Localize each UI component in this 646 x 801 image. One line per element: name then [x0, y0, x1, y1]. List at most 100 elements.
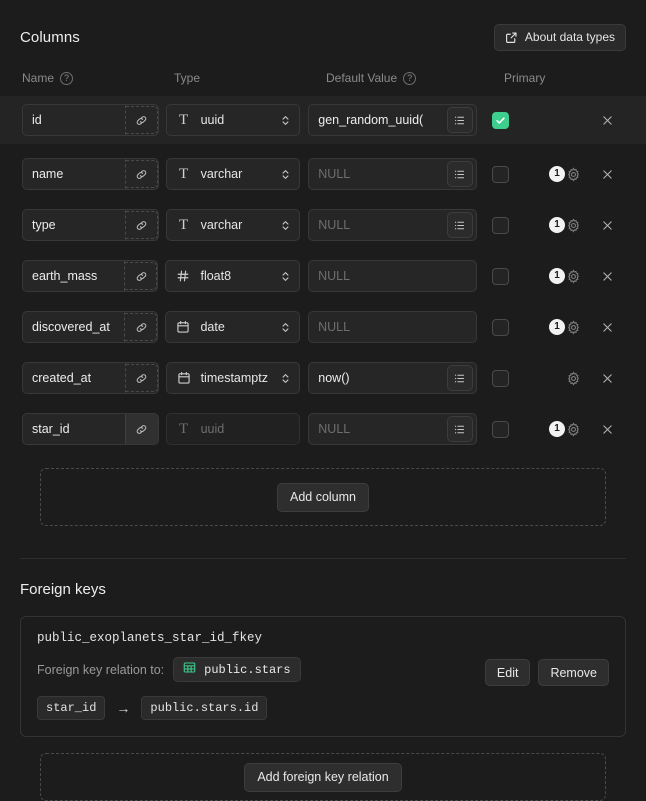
default-value-list-button[interactable]	[446, 416, 473, 442]
column-default-value-input[interactable]	[318, 371, 447, 385]
column-default-value-field	[308, 209, 477, 241]
column-name-field	[22, 311, 159, 343]
column-settings-button[interactable]: 1	[549, 163, 581, 185]
column-name-field	[22, 209, 159, 241]
column-primary-cell	[477, 267, 549, 285]
add-foreign-key-button[interactable]: Add foreign key relation	[244, 762, 402, 792]
primary-key-checkbox[interactable]	[491, 111, 509, 129]
column-link-icon-button[interactable]	[124, 363, 158, 393]
text-type-icon: T	[178, 216, 189, 233]
remove-column-button[interactable]	[597, 317, 617, 337]
help-icon-name[interactable]: ?	[60, 71, 74, 85]
table-grid-icon	[183, 661, 196, 678]
column-row-actions	[549, 109, 624, 131]
remove-column-button[interactable]	[597, 110, 617, 130]
primary-key-checkbox[interactable]	[491, 267, 509, 285]
column-settings-button[interactable]: 1	[549, 214, 581, 236]
default-value-list-button[interactable]	[446, 365, 473, 391]
foreign-key-card: public_exoplanets_star_id_fkey Foreign k…	[20, 616, 626, 737]
default-value-list-button[interactable]	[446, 212, 473, 238]
default-value-list-button[interactable]	[446, 107, 473, 133]
remove-column-button[interactable]	[597, 419, 617, 439]
row-spacer	[20, 348, 626, 357]
column-type-select[interactable]: date	[165, 311, 301, 343]
column-name-input[interactable]	[23, 210, 125, 240]
column-settings-count-badge: 1	[549, 166, 565, 182]
column-type-value: varchar	[200, 218, 243, 232]
add-column-dropzone: Add column	[40, 468, 606, 526]
about-data-types-label: About data types	[524, 30, 615, 44]
remove-column-button[interactable]	[597, 164, 617, 184]
column-settings-count-badge: 1	[549, 421, 565, 437]
primary-key-checkbox[interactable]	[491, 318, 509, 336]
column-primary-cell	[477, 216, 549, 234]
column-type-value: date	[200, 320, 225, 334]
foreign-key-relation-label: Foreign key relation to:	[37, 662, 165, 677]
remove-column-button[interactable]	[597, 266, 617, 286]
foreign-key-constraint-name: public_exoplanets_star_id_fkey	[37, 631, 263, 645]
row-spacer	[20, 399, 626, 408]
table-row: Tvarchar 1	[20, 204, 626, 246]
page-title: Columns	[20, 28, 80, 46]
foreign-key-target-table-chip[interactable]: public.stars	[173, 657, 301, 682]
arrow-right-icon: →	[116, 700, 131, 716]
table-row: timestamptz	[20, 357, 626, 399]
primary-key-checkbox[interactable]	[491, 369, 509, 387]
external-link-icon	[505, 31, 518, 44]
remove-column-button[interactable]	[597, 215, 617, 235]
column-settings-button[interactable]: 1	[549, 316, 581, 338]
add-column-button[interactable]: Add column	[276, 482, 369, 512]
column-default-value-input[interactable]	[318, 113, 447, 127]
column-name-field	[22, 104, 159, 136]
column-default-value-input[interactable]	[318, 167, 447, 181]
column-default-value-input[interactable]	[318, 320, 467, 334]
table-row: float8 1	[20, 255, 626, 297]
column-type-select[interactable]: float8	[165, 260, 301, 292]
gear-icon	[566, 166, 581, 182]
column-name-input[interactable]	[23, 159, 125, 189]
about-data-types-button[interactable]: About data types	[493, 23, 626, 51]
column-type-select[interactable]: Tvarchar	[165, 209, 301, 241]
add-foreign-key-dropzone: Add foreign key relation	[40, 753, 606, 801]
row-spacer	[20, 297, 626, 306]
column-default-value-input[interactable]	[318, 218, 447, 232]
chevron-updown-icon	[279, 114, 291, 127]
primary-key-checkbox[interactable]	[491, 216, 509, 234]
calendar-type-icon	[175, 371, 193, 385]
help-icon-default-value[interactable]: ?	[403, 71, 417, 85]
column-default-value-input[interactable]	[318, 269, 467, 283]
gear-icon	[566, 319, 581, 335]
column-link-icon-button[interactable]	[124, 159, 158, 189]
column-primary-cell	[477, 369, 549, 387]
edit-foreign-key-button[interactable]: Edit	[484, 659, 531, 686]
remove-foreign-key-button[interactable]: Remove	[538, 659, 609, 686]
column-type-select[interactable]: Tuuid	[165, 104, 301, 136]
header-default-value: Default Value ?	[326, 71, 504, 85]
column-settings-button[interactable]: 1	[549, 265, 581, 287]
column-default-value-field	[308, 104, 477, 136]
row-spacer	[20, 195, 626, 204]
column-settings-button[interactable]	[549, 367, 581, 389]
column-name-input[interactable]	[23, 261, 125, 291]
column-type-select[interactable]: timestamptz	[165, 362, 301, 394]
column-name-input[interactable]	[23, 363, 125, 393]
column-link-icon-button[interactable]	[124, 261, 158, 291]
column-link-icon-button[interactable]	[124, 312, 158, 342]
chevron-updown-icon	[279, 168, 291, 181]
column-link-icon-button[interactable]	[124, 414, 158, 444]
primary-key-checkbox[interactable]	[491, 165, 509, 183]
column-name-input[interactable]	[23, 105, 125, 135]
column-default-value-field	[308, 311, 477, 343]
column-name-input[interactable]	[23, 312, 125, 342]
column-settings-button[interactable]: 1	[549, 418, 581, 440]
gear-icon	[566, 268, 581, 284]
primary-key-checkbox[interactable]	[491, 420, 509, 438]
gear-icon	[566, 370, 581, 386]
default-value-list-button[interactable]	[446, 161, 473, 187]
column-type-select[interactable]: Tvarchar	[165, 158, 301, 190]
column-link-icon-button[interactable]	[124, 210, 158, 240]
column-name-input[interactable]	[23, 414, 125, 444]
column-default-value-input[interactable]	[318, 422, 447, 436]
remove-column-button[interactable]	[597, 368, 617, 388]
column-link-icon-button[interactable]	[124, 105, 158, 135]
